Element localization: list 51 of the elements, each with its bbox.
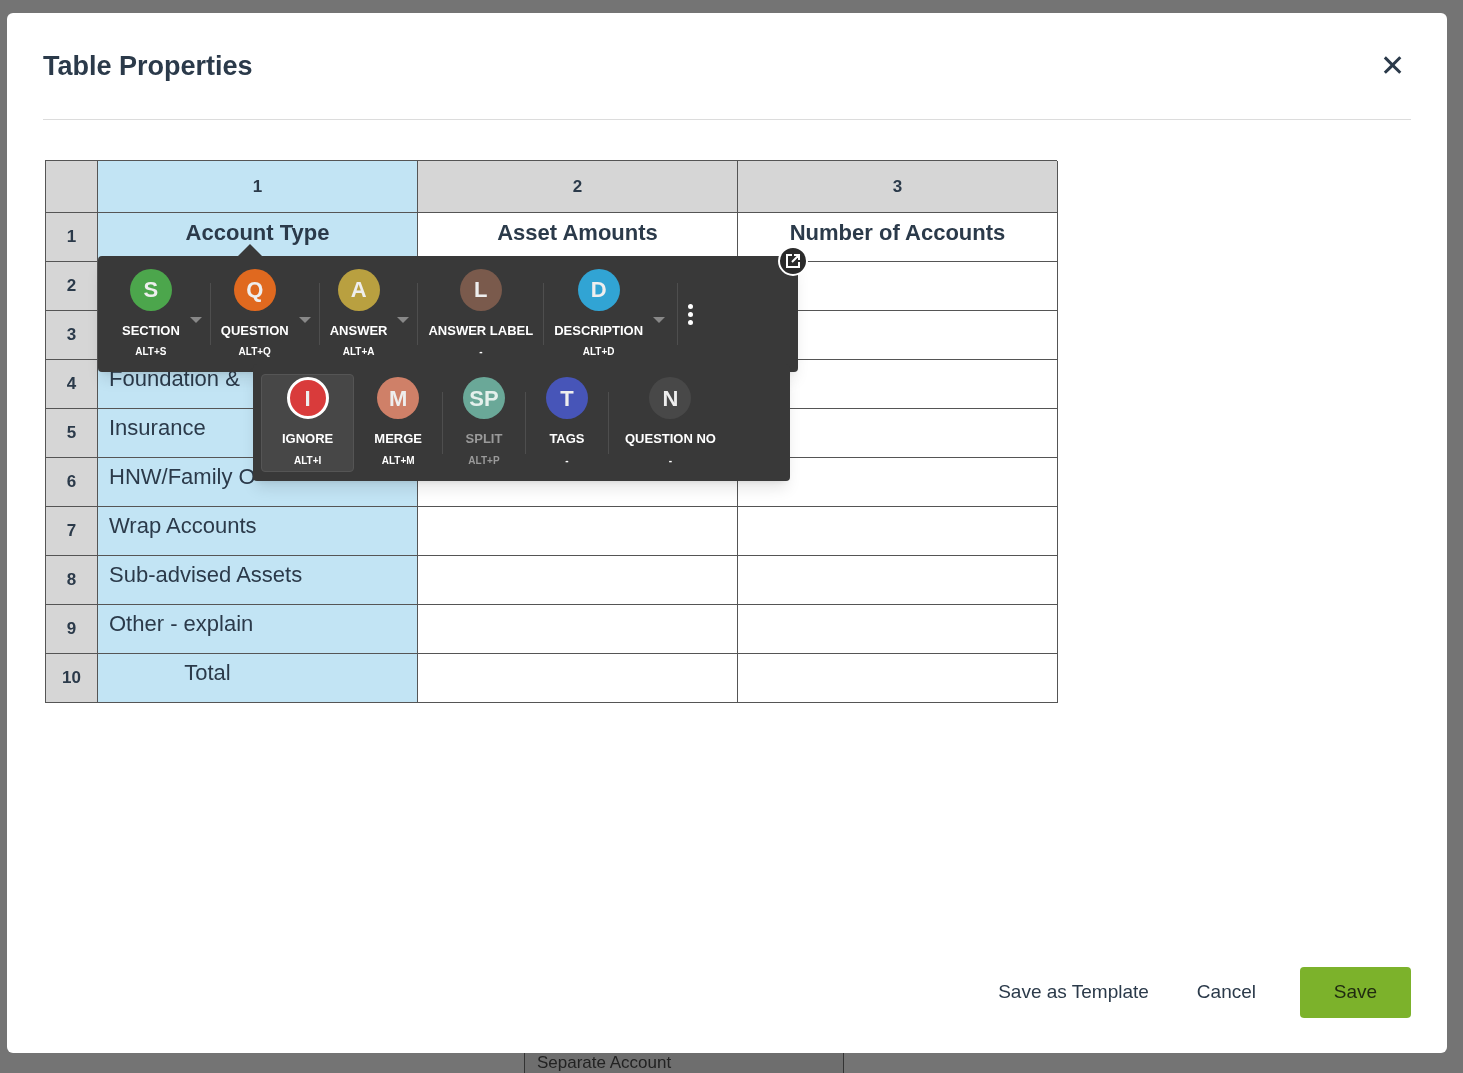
column-header[interactable]: 3 <box>738 161 1058 213</box>
table-cell-text: Other - explain <box>109 610 254 638</box>
dialog-title: Table Properties <box>43 49 253 83</box>
column-header[interactable]: 2 <box>418 161 738 213</box>
row-number: 6 <box>46 458 98 507</box>
letter-badge: SP <box>462 377 505 420</box>
letter-badge: Q <box>233 268 276 311</box>
save-button[interactable]: Save <box>1300 967 1411 1018</box>
close-button[interactable]: ✕ <box>1374 51 1411 81</box>
letter-badge: A <box>337 268 380 311</box>
letter-badge: S <box>129 268 172 311</box>
toolbar-button[interactable]: M MERGE ALT+M <box>354 373 442 472</box>
row-number: 4 <box>46 360 98 409</box>
table-cell-text: Total <box>184 659 231 687</box>
row-number: 9 <box>46 605 98 654</box>
letter-badge: T <box>545 377 588 420</box>
row-number: 1 <box>46 213 98 262</box>
row-number: 3 <box>46 311 98 360</box>
text-button[interactable]: Save as Template <box>994 967 1153 1018</box>
row-number: 8 <box>46 556 98 605</box>
table-cell-text: Account Type <box>185 219 330 247</box>
table-cell-text: Insurance <box>109 414 206 442</box>
row-number: 2 <box>46 262 98 311</box>
caret-icon[interactable] <box>397 316 410 323</box>
table-cell-text: Sub-advised Assets <box>109 561 303 589</box>
toolbar-button[interactable]: N QUESTION NO - <box>608 373 732 472</box>
text-button[interactable]: Cancel <box>1192 967 1260 1018</box>
caret-icon[interactable] <box>298 316 311 323</box>
table-cell-text: Wrap Accounts <box>109 512 257 540</box>
toolbar-button[interactable]: I IGNORE ALT+I <box>261 373 355 472</box>
table-cell-text: Foundation & <box>109 365 240 393</box>
toolbar-button[interactable]: S SECTION ALT+S <box>112 264 210 364</box>
row-number: 7 <box>46 507 98 556</box>
background-text: Separate Account <box>536 1053 673 1072</box>
row-number: 10 <box>46 654 98 703</box>
toolbar-button[interactable]: L ANSWER LABEL - <box>418 264 544 364</box>
column-header[interactable]: 1 <box>98 161 418 213</box>
toolbar-button[interactable]: T TAGS - <box>525 373 608 472</box>
row-number: 5 <box>46 409 98 458</box>
toolbar-button[interactable]: Q QUESTION ALT+Q <box>210 264 319 364</box>
letter-badge: I <box>286 377 329 420</box>
letter-badge: L <box>459 268 502 311</box>
table-cell-text: Number of Accounts <box>789 219 1006 247</box>
table-cell-text: Asset Amounts <box>497 219 658 247</box>
toolbar-button[interactable]: A ANSWER ALT+A <box>319 264 418 364</box>
toolbar-button[interactable]: D DESCRIPTION ALT+D <box>544 264 674 364</box>
letter-badge: D <box>577 268 620 311</box>
letter-badge: M <box>377 377 420 420</box>
caret-icon[interactable] <box>653 316 666 323</box>
letter-badge: N <box>649 377 692 420</box>
caret-icon[interactable] <box>189 316 202 323</box>
